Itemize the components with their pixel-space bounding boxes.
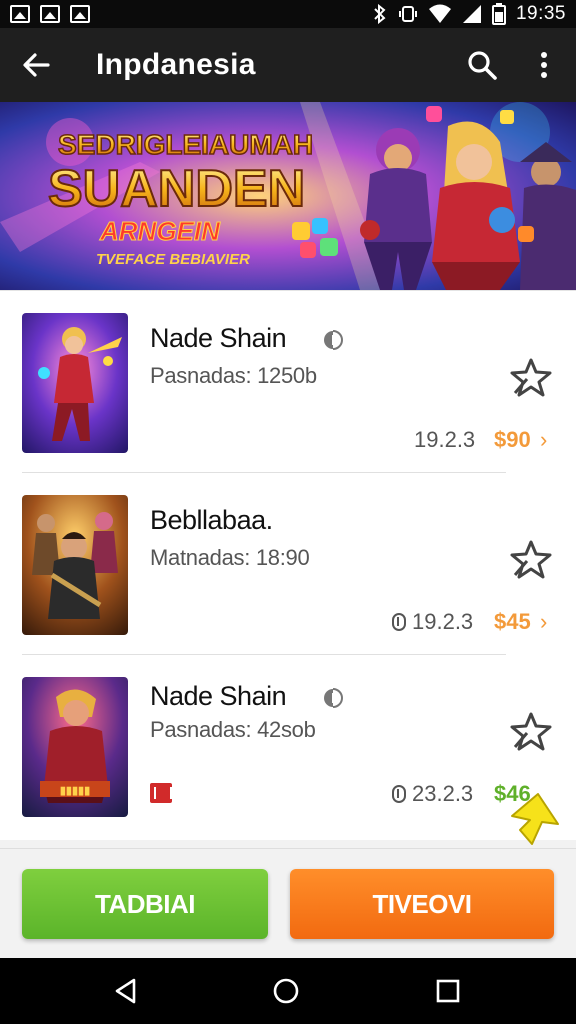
status-time: 19:35 xyxy=(515,3,566,24)
more-vertical-icon xyxy=(541,52,547,78)
more-options-button[interactable] xyxy=(528,45,560,85)
version-text: 19.2.3 xyxy=(412,609,474,634)
nav-home-button[interactable] xyxy=(266,971,306,1011)
version-info: 19.2.3 xyxy=(392,609,473,635)
version-info: 23.2.3 xyxy=(392,781,473,807)
image-icon xyxy=(70,5,90,23)
list-item[interactable]: Nade Shain Pasnadas: 1250b 19.2.3 $90 › xyxy=(0,291,576,473)
battery-icon xyxy=(491,3,506,25)
game-title: Nade Shain xyxy=(150,681,287,711)
game-meta: Pasnadas: 42sob xyxy=(150,717,316,742)
arrow-left-icon xyxy=(23,53,50,77)
svg-text:▮▮▮▮▮: ▮▮▮▮▮ xyxy=(60,785,90,797)
secondary-action-button[interactable]: TIVEOVI xyxy=(290,869,554,939)
nav-home-icon xyxy=(273,978,299,1004)
wishlist-button[interactable] xyxy=(508,537,554,581)
info-icon xyxy=(392,785,406,803)
banner-tagline: TVEFACE BEBIAVIER xyxy=(96,251,250,268)
version-text: 19.2.3 xyxy=(414,427,476,452)
banner-headline-sub: ARNGEIN xyxy=(99,216,221,246)
image-icon xyxy=(10,5,30,23)
nav-back-button[interactable] xyxy=(106,971,146,1011)
game-thumbnail: ▮▮▮▮▮ xyxy=(22,677,128,817)
nav-back-icon xyxy=(115,978,136,1004)
price-label: $90 xyxy=(494,427,531,452)
status-bar: 19:35 xyxy=(0,0,576,28)
wifi-icon xyxy=(428,4,451,23)
game-meta: Pasnadas: 1250b xyxy=(150,363,317,388)
version-info: 19.2.3 xyxy=(414,427,475,453)
action-panel: TADBIAI TIVEOVI xyxy=(0,848,576,958)
wishlist-button[interactable] xyxy=(508,709,554,753)
primary-action-button[interactable]: TADBIAI xyxy=(22,869,268,939)
search-icon xyxy=(468,51,497,80)
game-list: Nade Shain Pasnadas: 1250b 19.2.3 $90 › xyxy=(0,290,576,840)
system-nav-bar xyxy=(0,958,576,1024)
version-text: 23.2.3 xyxy=(412,781,474,806)
signal-icon xyxy=(462,5,481,23)
price-label: $45 xyxy=(494,609,531,634)
wishlist-button[interactable] xyxy=(508,355,554,399)
list-item[interactable]: ▮▮▮▮▮ Nade Shain Pasnadas: 42sob 23.2.3 … xyxy=(0,655,576,837)
publisher-logo-icon xyxy=(150,783,172,803)
banner-headline-top: SEDRIGLEIAUMAH xyxy=(58,129,313,160)
bluetooth-icon xyxy=(374,4,386,24)
star-outline-icon xyxy=(510,540,552,579)
banner-artwork: SEDRIGLEIAUMAH SUANDEN ARNGEIN TVEFACE B… xyxy=(0,102,576,290)
list-item[interactable]: Bebllabaa. Matnadas: 18:90 19.2.3 $45 › xyxy=(0,473,576,655)
image-icon xyxy=(40,5,60,23)
banner-headline-main: SUANDEN xyxy=(48,160,305,218)
app-screen: 19:35 Inpdanesia SEDRIGLEIAUMAH SUANDEN … xyxy=(0,0,576,1024)
info-icon xyxy=(392,613,406,631)
chevron-right-icon: › xyxy=(540,427,548,452)
device-icon xyxy=(322,687,344,709)
featured-banner[interactable]: SEDRIGLEIAUMAH SUANDEN ARNGEIN TVEFACE B… xyxy=(0,102,576,290)
game-title: Bebllabaa. xyxy=(150,505,273,535)
game-thumbnail xyxy=(22,313,128,453)
page-title: Inpdanesia xyxy=(96,48,256,81)
nav-recents-icon xyxy=(436,979,460,1003)
game-meta: Matnadas: 18:90 xyxy=(150,545,310,570)
game-thumbnail xyxy=(22,495,128,635)
chevron-right-icon: › xyxy=(540,609,548,634)
search-button[interactable] xyxy=(462,45,502,85)
device-icon xyxy=(322,329,344,351)
game-title: Nade Shain xyxy=(150,323,287,353)
pointer-cursor-icon xyxy=(511,793,559,845)
status-system-icons: 19:35 xyxy=(372,3,566,25)
star-outline-icon xyxy=(510,712,552,751)
back-button[interactable] xyxy=(0,28,72,102)
status-notification-icons xyxy=(10,5,90,23)
star-outline-icon xyxy=(510,358,552,397)
nav-recents-button[interactable] xyxy=(428,971,468,1011)
app-bar: Inpdanesia xyxy=(0,28,576,102)
vibrate-icon xyxy=(398,6,417,22)
